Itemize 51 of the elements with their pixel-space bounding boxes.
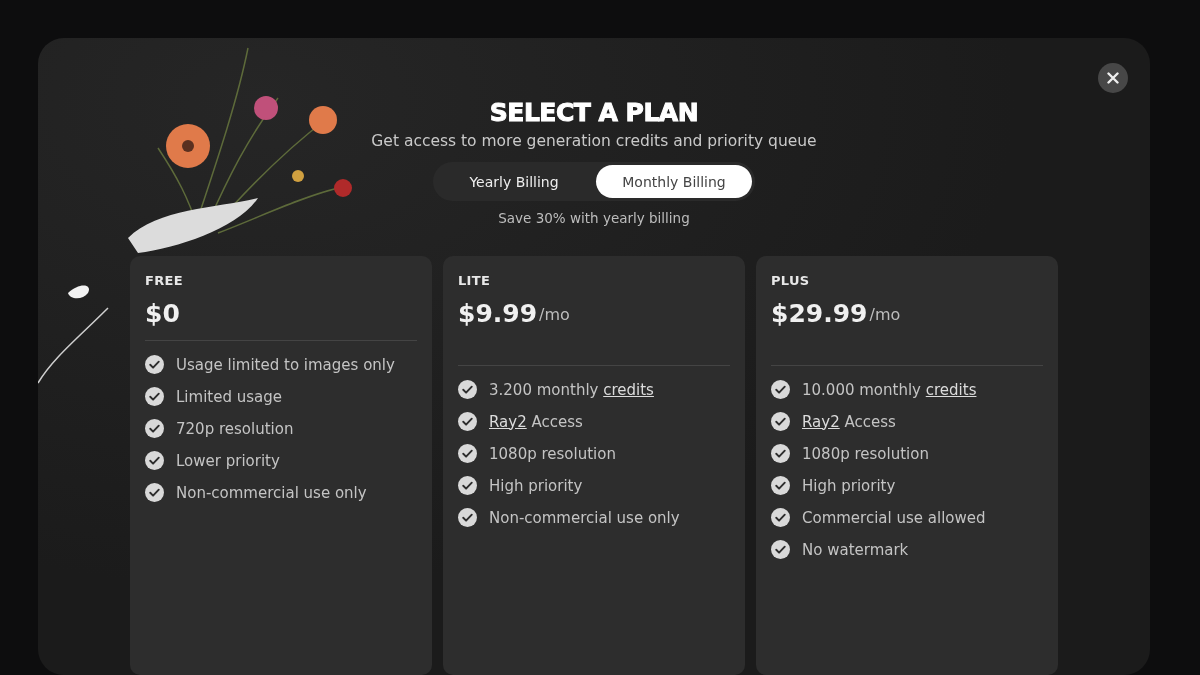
- plan-name: PLUS: [771, 273, 810, 288]
- plan-name: FREE: [145, 273, 183, 288]
- check-icon: [458, 380, 477, 399]
- link[interactable]: Ray2: [802, 412, 840, 431]
- feature-text: Commercial use allowed: [802, 508, 986, 527]
- feature-text: 1080p resolution: [489, 444, 616, 463]
- link[interactable]: credits: [603, 380, 654, 399]
- check-icon: [458, 476, 477, 495]
- feature-text: 3.200 monthly credits: [489, 380, 654, 399]
- feature-text: No watermark: [802, 540, 909, 559]
- plan-price: $9.99: [458, 299, 538, 328]
- plan-price: $29.99: [771, 299, 868, 328]
- check-icon: [458, 508, 477, 527]
- check-icon: [771, 540, 790, 559]
- feature-text: Lower priority: [176, 451, 280, 470]
- plan-price: $0: [145, 299, 180, 328]
- link[interactable]: Ray2: [489, 412, 527, 431]
- feature-text: Ray2 Access: [802, 412, 896, 431]
- feature-text: Non-commercial use only: [176, 483, 367, 502]
- feature-text: Non-commercial use only: [489, 508, 680, 527]
- dialog-subtitle: Get access to more generation credits and priority queue: [371, 132, 817, 150]
- feature-text: High priority: [489, 476, 583, 495]
- check-icon: [771, 412, 790, 431]
- feature-text: Limited usage: [176, 387, 282, 406]
- link[interactable]: credits: [925, 380, 977, 399]
- price-period: /mo: [539, 305, 570, 324]
- feature-text: 720p resolution: [176, 419, 294, 438]
- plan-name: LITE: [458, 273, 491, 288]
- check-icon: [771, 380, 790, 399]
- check-icon: [771, 476, 790, 495]
- check-icon: [458, 412, 477, 431]
- check-icon: [145, 451, 164, 470]
- check-icon: [771, 444, 790, 463]
- dialog-title: SELECT A PLAN: [489, 98, 699, 127]
- billing-option[interactable]: Monthly Billing: [596, 165, 752, 198]
- feature-text: 1080p resolution: [802, 444, 929, 463]
- billing-option[interactable]: Yearly Billing: [436, 165, 592, 198]
- check-icon: [145, 387, 164, 406]
- close-icon: [1107, 72, 1119, 84]
- check-icon: [771, 508, 790, 527]
- billing-note: Save 30% with yearly billing: [498, 210, 690, 226]
- feature-text: 10.000 monthly credits: [802, 380, 977, 399]
- check-icon: [145, 355, 164, 374]
- feature-text: Usage limited to images only: [176, 355, 395, 374]
- check-icon: [145, 483, 164, 502]
- price-period: /mo: [869, 305, 901, 324]
- feature-text: Ray2 Access: [489, 412, 583, 431]
- check-icon: [145, 419, 164, 438]
- check-icon: [458, 444, 477, 463]
- close-button[interactable]: [1098, 63, 1128, 93]
- feature-text: High priority: [802, 476, 896, 495]
